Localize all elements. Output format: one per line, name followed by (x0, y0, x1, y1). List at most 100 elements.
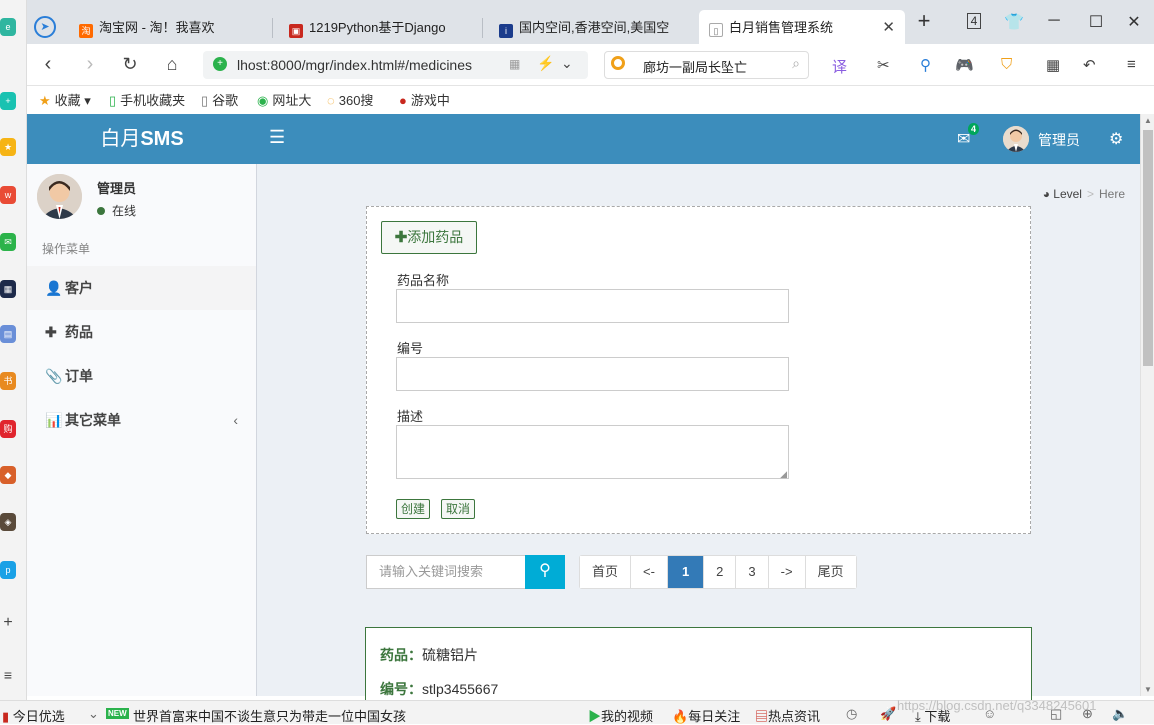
qr-icon[interactable]: ▦ (509, 57, 520, 71)
page-3[interactable]: 3 (736, 556, 769, 588)
compass-icon[interactable]: ➤ (34, 16, 56, 38)
status-dot-icon (97, 207, 105, 215)
daily-focus-link[interactable]: 🔥每日关注 (672, 706, 740, 725)
app-icon-game2[interactable]: ◆ (0, 466, 16, 484)
gears-icon[interactable]: ⚙ (1109, 129, 1123, 149)
chevron-down-icon[interactable]: ⌄ (88, 706, 99, 722)
app-icon-game3[interactable]: ◈ (0, 513, 16, 531)
doc-icon: ▣ (289, 24, 303, 38)
sound-icon[interactable]: 🔈 (1112, 706, 1128, 722)
sidebar-item-orders[interactable]: 📎 订单 (27, 354, 256, 398)
new-tab-button[interactable]: + (909, 8, 939, 34)
sidebar-user-name: 管理员 (97, 181, 137, 196)
minimize-button[interactable]: ─ (1039, 12, 1069, 30)
page-last[interactable]: 尾页 (805, 556, 856, 588)
scissors-icon[interactable]: ✂ (877, 56, 890, 74)
bookmark-games[interactable]: ● 游戏中 (399, 90, 450, 109)
sidebar-toggle-icon[interactable]: ☰ (269, 127, 285, 148)
gamepad-icon[interactable]: 🎮 (955, 56, 974, 74)
browser-tab-bar: ➤ 淘淘宝网 - 淘！我喜欢 ▣ 1219Python基于Django i 国内空间… (27, 0, 1154, 44)
app-icon-novel[interactable]: 书 (0, 372, 16, 390)
grid-icon[interactable]: ▦ (1046, 56, 1060, 74)
app-icon-shop[interactable]: 购 (0, 420, 16, 438)
page-icon: ▯ (201, 93, 209, 108)
search-engine-icon (611, 56, 625, 70)
bookmark-360[interactable]: ◌ 360搜 (327, 90, 373, 109)
clock-icon[interactable]: ◷ (846, 706, 857, 722)
search-input[interactable]: 请输入关键词搜索 (366, 555, 526, 589)
reload-button[interactable]: ↻ (117, 54, 143, 75)
hamburger-icon[interactable]: ≡ (1127, 56, 1136, 73)
search-icon[interactable]: ⌕ (792, 55, 800, 72)
star-icon: ★ (39, 93, 51, 108)
page-next[interactable]: -> (768, 556, 806, 588)
news-link[interactable]: 世界首富来中国不谈生意只为带走一位中国女孩 (133, 706, 406, 725)
url-text[interactable]: lhost:8000/mgr/index.html#/medicines (237, 57, 472, 73)
medicine-name-input[interactable] (396, 289, 789, 323)
code-input[interactable] (396, 357, 789, 391)
magnifier-icon[interactable]: ⚲ (920, 56, 931, 74)
lightning-icon[interactable]: ⚡ (537, 55, 554, 72)
translate-icon[interactable]: 译 (832, 56, 847, 77)
close-window-button[interactable]: ✕ (1119, 12, 1149, 32)
bookmark-google[interactable]: ▯ 谷歌 (201, 90, 238, 109)
page-prev[interactable]: <- (631, 556, 668, 588)
tab-idc[interactable]: i 国内空间,香港空间,美国空 (489, 10, 694, 44)
hot-news-link[interactable]: ▤热点资讯 (755, 706, 820, 725)
browser-search-box[interactable]: 廊坊一副局长坠亡 ⌕ (604, 51, 809, 79)
header-user-name[interactable]: 管理员 (1038, 130, 1080, 150)
sidebar-item-customers[interactable]: 👤 客户 (27, 266, 256, 310)
app-icon-mail[interactable]: ✉ (0, 233, 16, 251)
undo-icon[interactable]: ↶ (1083, 56, 1096, 74)
chevron-down-icon[interactable]: ⌄ (561, 55, 573, 72)
tab-django[interactable]: ▣ 1219Python基于Django (279, 10, 479, 44)
dashboard-icon: ◕ (1042, 187, 1050, 201)
search-button[interactable]: ⚲ (525, 555, 565, 589)
rocket-icon[interactable]: 🚀 (880, 706, 896, 722)
page-1[interactable]: 1 (667, 556, 705, 588)
watermark-text: https://blog.csdn.net/q3348245601 (897, 698, 1097, 713)
tab-count-button[interactable]: 4 (959, 13, 989, 29)
new-badge: NEW (106, 708, 129, 719)
home-button[interactable]: ⌂ (159, 54, 185, 75)
today-pick[interactable]: ▮ 今日优选 (2, 706, 65, 725)
bookmark-mobile[interactable]: ▯ 手机收藏夹 (109, 90, 185, 109)
app-icon-weibo[interactable]: w (0, 186, 16, 204)
maximize-button[interactable]: ☐ (1081, 12, 1111, 32)
bookmark-daohang[interactable]: ◉ 网址大 (257, 90, 311, 109)
360-icon: ◌ (327, 93, 335, 108)
page-2[interactable]: 2 (704, 556, 737, 588)
my-videos-link[interactable]: ▶我的视频 (588, 706, 653, 725)
create-button[interactable]: 创建 (396, 499, 431, 519)
app-icon-plus[interactable]: + (0, 92, 16, 110)
cancel-button[interactable]: 取消 (441, 499, 476, 519)
add-app-icon[interactable]: + (0, 614, 16, 632)
app-logo[interactable]: 白月SMS (27, 114, 257, 164)
description-textarea[interactable]: ◢ (396, 425, 789, 479)
scrollbar-thumb[interactable] (1143, 130, 1153, 366)
search-icon: ⚲ (539, 562, 551, 579)
app-icon-game[interactable]: ▦ (0, 280, 16, 298)
menu-icon[interactable]: ≡ (0, 666, 16, 684)
close-tab-icon[interactable]: ✕ (882, 10, 895, 44)
tab-taobao[interactable]: 淘淘宝网 - 淘！我喜欢 (69, 10, 269, 44)
sidebar-item-other[interactable]: 📊 其它菜单 ‹ (27, 398, 256, 442)
add-medicine-button[interactable]: ✚添加药品 (381, 221, 477, 254)
shield-icon[interactable]: ⛉ (1001, 56, 1012, 73)
shirt-icon[interactable]: 👕 (999, 12, 1029, 32)
search-text[interactable]: 廊坊一副局长坠亡 (643, 57, 747, 76)
forward-button[interactable]: › (77, 53, 103, 76)
app-icon-star[interactable]: ★ (0, 138, 16, 156)
sidebar-item-medicines[interactable]: ✚ 药品 (27, 310, 256, 354)
app-icon-e[interactable]: e (0, 18, 16, 36)
url-box[interactable]: + lhost:8000/mgr/index.html#/medicines ▦… (203, 51, 588, 79)
tab-baiyue[interactable]: ▯ 白月销售管理系统 ✕ (699, 10, 905, 44)
page-scrollbar[interactable]: ▲ ▼ (1140, 114, 1154, 696)
bookmark-favorites[interactable]: ★ 收藏 ▾ (39, 90, 91, 109)
header-avatar[interactable] (1003, 126, 1029, 152)
app-icon-p[interactable]: p (0, 561, 16, 579)
breadcrumb: ◕ Level > Here (1042, 187, 1125, 201)
app-icon-doc[interactable]: ▤ (0, 325, 16, 343)
page-first[interactable]: 首页 (580, 556, 632, 588)
back-button[interactable]: ‹ (35, 53, 61, 76)
